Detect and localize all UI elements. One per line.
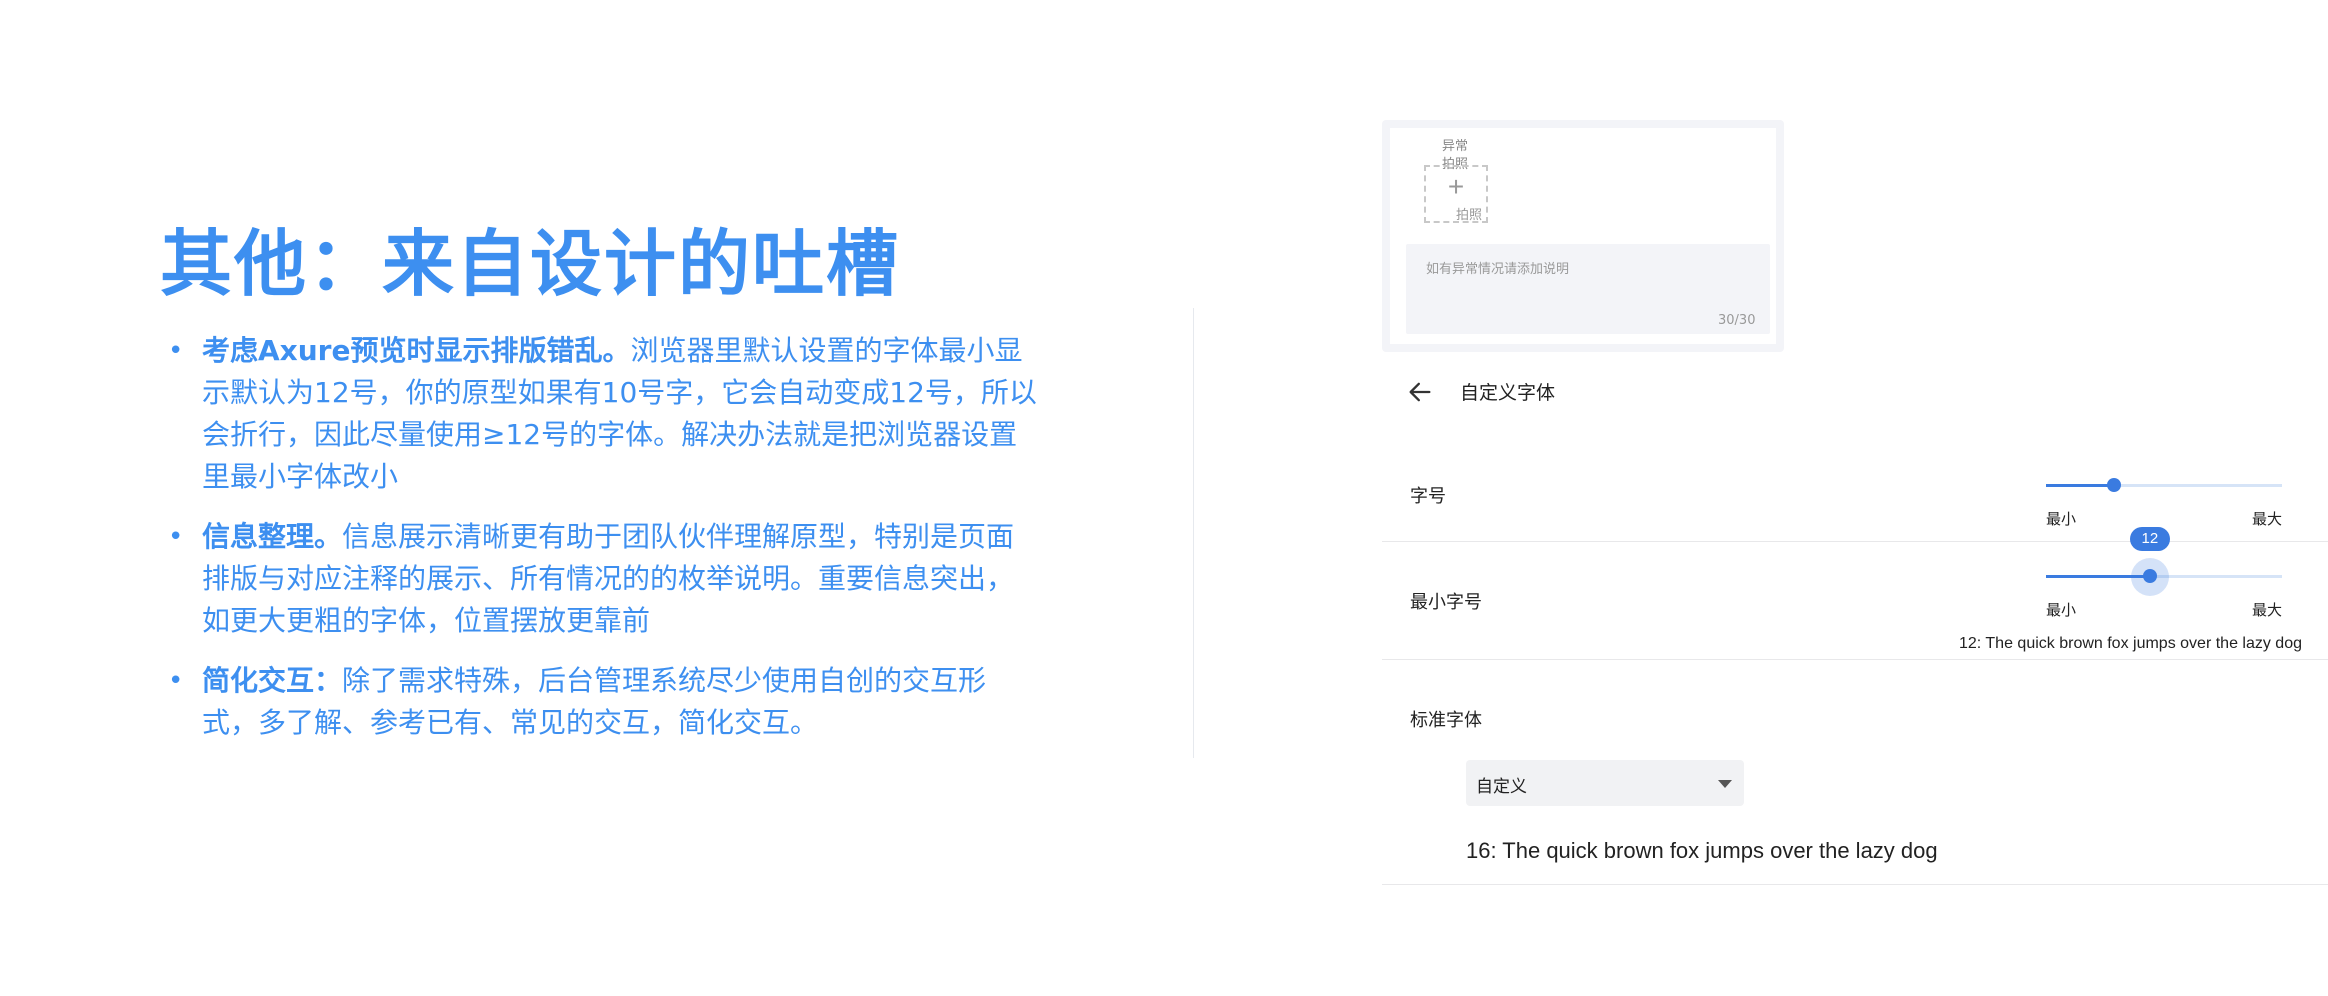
arrow-left-icon[interactable]	[1406, 378, 1434, 406]
standard-font-select[interactable]: 自定义	[1466, 760, 1744, 806]
bullet-list: • 考虑Axure预览时显示排版错乱。浏览器里默认设置的字体最小显示默认为12号…	[160, 330, 1040, 762]
min-font-preview: 12: The quick brown fox jumps over the l…	[1959, 635, 2302, 652]
slider-max-label: 最大	[2251, 601, 2282, 619]
divider	[1382, 659, 2328, 660]
bullet-dot-icon: •	[168, 666, 184, 696]
page-title: 自定义字体	[1460, 382, 1556, 404]
min-font-size-slider[interactable]: 12 最小 最大	[2046, 527, 2282, 619]
slider-fill	[2046, 484, 2115, 487]
slider-max-label: 最大	[2251, 510, 2282, 528]
slide-title: 其他：来自设计的吐槽	[160, 222, 901, 306]
photo-upload-button[interactable]: + 拍照	[1424, 165, 1488, 223]
upload-card: 异常拍照 + 拍照 如有异常情况请添加说明 30/30	[1382, 120, 1784, 352]
list-item: • 简化交互：除了需求特殊，后台管理系统尽少使用自创的交互形式，多了解、参考已有…	[160, 660, 1040, 744]
font-size-label: 字号	[1410, 486, 1446, 507]
char-counter: 30/30	[1718, 313, 1756, 328]
select-value: 自定义	[1476, 777, 1527, 797]
plus-icon: +	[1447, 171, 1465, 202]
bullet-dot-icon: •	[168, 336, 184, 366]
remark-placeholder: 如有异常情况请添加说明	[1426, 262, 1570, 277]
slider-min-label: 最小	[2046, 510, 2077, 528]
top-bar: 自定义字体	[1382, 360, 2328, 420]
divider	[1382, 884, 2328, 885]
slider-thumb[interactable]	[2107, 478, 2122, 492]
font-settings-panel: 自定义字体 字号 最小 最大 最小字号 12 最小 最大 12: The qui…	[1382, 360, 2328, 890]
standard-font-label: 标准字体	[1410, 710, 1482, 731]
remark-textarea[interactable]: 如有异常情况请添加说明 30/30	[1406, 244, 1770, 334]
bullet-dot-icon: •	[168, 522, 184, 552]
upload-card-body: 异常拍照 + 拍照 如有异常情况请添加说明 30/30	[1390, 128, 1776, 344]
font-size-slider[interactable]: 最小 最大	[2046, 466, 2282, 528]
standard-font-preview: 16: The quick brown fox jumps over the l…	[1466, 838, 1938, 863]
list-item: • 信息整理。信息展示清晰更有助于团队伙伴理解原型，特别是页面排版与对应注释的展…	[160, 516, 1040, 642]
bullet-heading: 信息整理。	[202, 520, 343, 553]
photo-upload-label: 拍照	[1455, 208, 1482, 223]
caret-down-icon	[1718, 780, 1732, 788]
slider-value-bubble: 12	[2129, 527, 2170, 551]
vertical-divider	[1193, 308, 1194, 758]
slider-min-label: 最小	[2046, 601, 2077, 619]
bullet-heading: 考虑Axure预览时显示排版错乱。	[202, 334, 631, 367]
min-font-size-label: 最小字号	[1410, 592, 1482, 613]
bullet-heading: 简化交互：	[202, 664, 343, 697]
list-item: • 考虑Axure预览时显示排版错乱。浏览器里默认设置的字体最小显示默认为12号…	[160, 330, 1040, 498]
divider	[1382, 541, 2328, 542]
slider-thumb[interactable]	[2142, 569, 2157, 583]
